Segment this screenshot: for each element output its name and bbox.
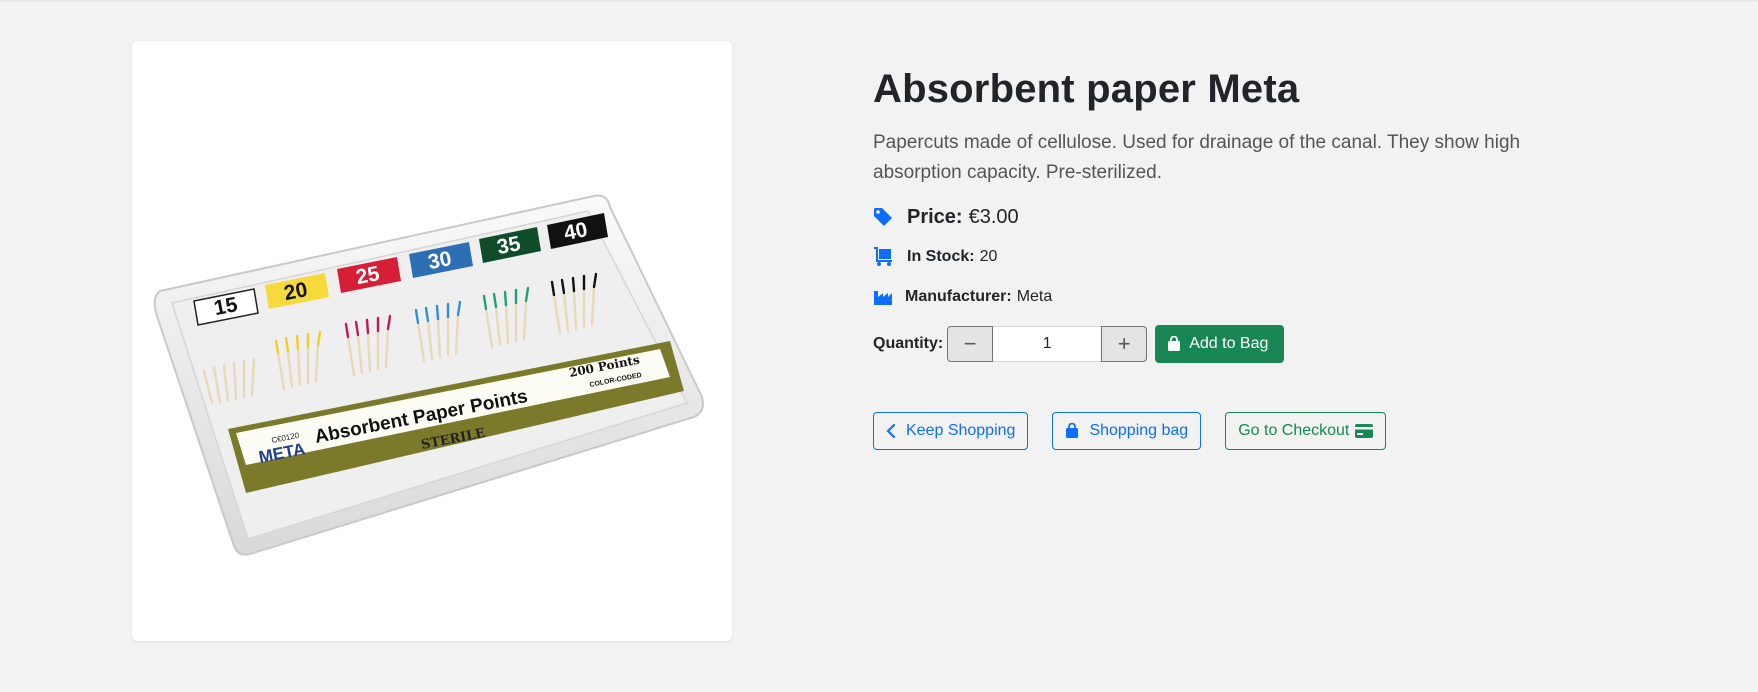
bag-icon [1168,336,1181,351]
credit-card-icon [1355,424,1374,438]
product-image[interactable]: 15 20 25 30 35 40 C€0120 META Absorbent … [132,41,732,641]
tag-icon [873,207,893,227]
add-to-bag-label: Add to Bag [1189,335,1269,352]
size-label-30: 30 [426,247,453,274]
shopping-bag-label: Shopping bag [1089,422,1189,439]
size-label-15: 15 [212,293,240,320]
manufacturer-row: Manufacturer: Meta [873,282,1673,312]
product-description: Papercuts made of cellulose. Used for dr… [873,132,1521,183]
navigation-buttons: Keep Shopping Shopping bag Go to Checkou… [873,412,1673,450]
size-label-25: 25 [354,262,382,289]
product-image-card: 15 20 25 30 35 40 C€0120 META Absorbent … [132,41,732,641]
increment-button[interactable]: + [1101,326,1148,362]
product-info: Absorbent paper Meta Papercuts made of c… [873,62,1673,450]
industry-icon [873,287,893,307]
keep-shopping-label: Keep Shopping [906,422,1016,439]
price-row: Price: €3.00 [873,202,1673,232]
checkout-label: Go to Checkout [1238,422,1350,439]
decrement-button[interactable]: − [947,326,994,362]
product-title: Absorbent paper Meta [873,67,1300,111]
quantity-row: Quantity: − + Add to Bag [873,324,1673,364]
add-to-bag-button[interactable]: Add to Bag [1155,325,1285,363]
price-label: Price: [907,205,963,228]
quantity-input[interactable] [993,326,1102,362]
chevron-left-icon [886,423,896,439]
plus-icon: + [1117,331,1131,356]
bag-icon [1066,423,1079,438]
keep-shopping-button[interactable]: Keep Shopping [873,412,1029,450]
dolly-icon [873,247,893,267]
shopping-bag-button[interactable]: Shopping bag [1052,412,1202,450]
quantity-label: Quantity: [873,335,944,352]
stock-row: In Stock: 20 [873,242,1673,272]
size-label-40: 40 [562,218,589,245]
checkout-button[interactable]: Go to Checkout [1225,412,1387,450]
stock-label: In Stock: [907,248,975,265]
stock-value: 20 [979,248,998,265]
manufacturer-label: Manufacturer: [905,288,1012,305]
size-label-20: 20 [282,278,309,305]
size-label-35: 35 [495,232,523,259]
top-border [0,0,1758,2]
minus-icon: − [963,331,977,356]
manufacturer-value: Meta [1016,288,1053,305]
price-value: €3.00 [968,205,1019,228]
